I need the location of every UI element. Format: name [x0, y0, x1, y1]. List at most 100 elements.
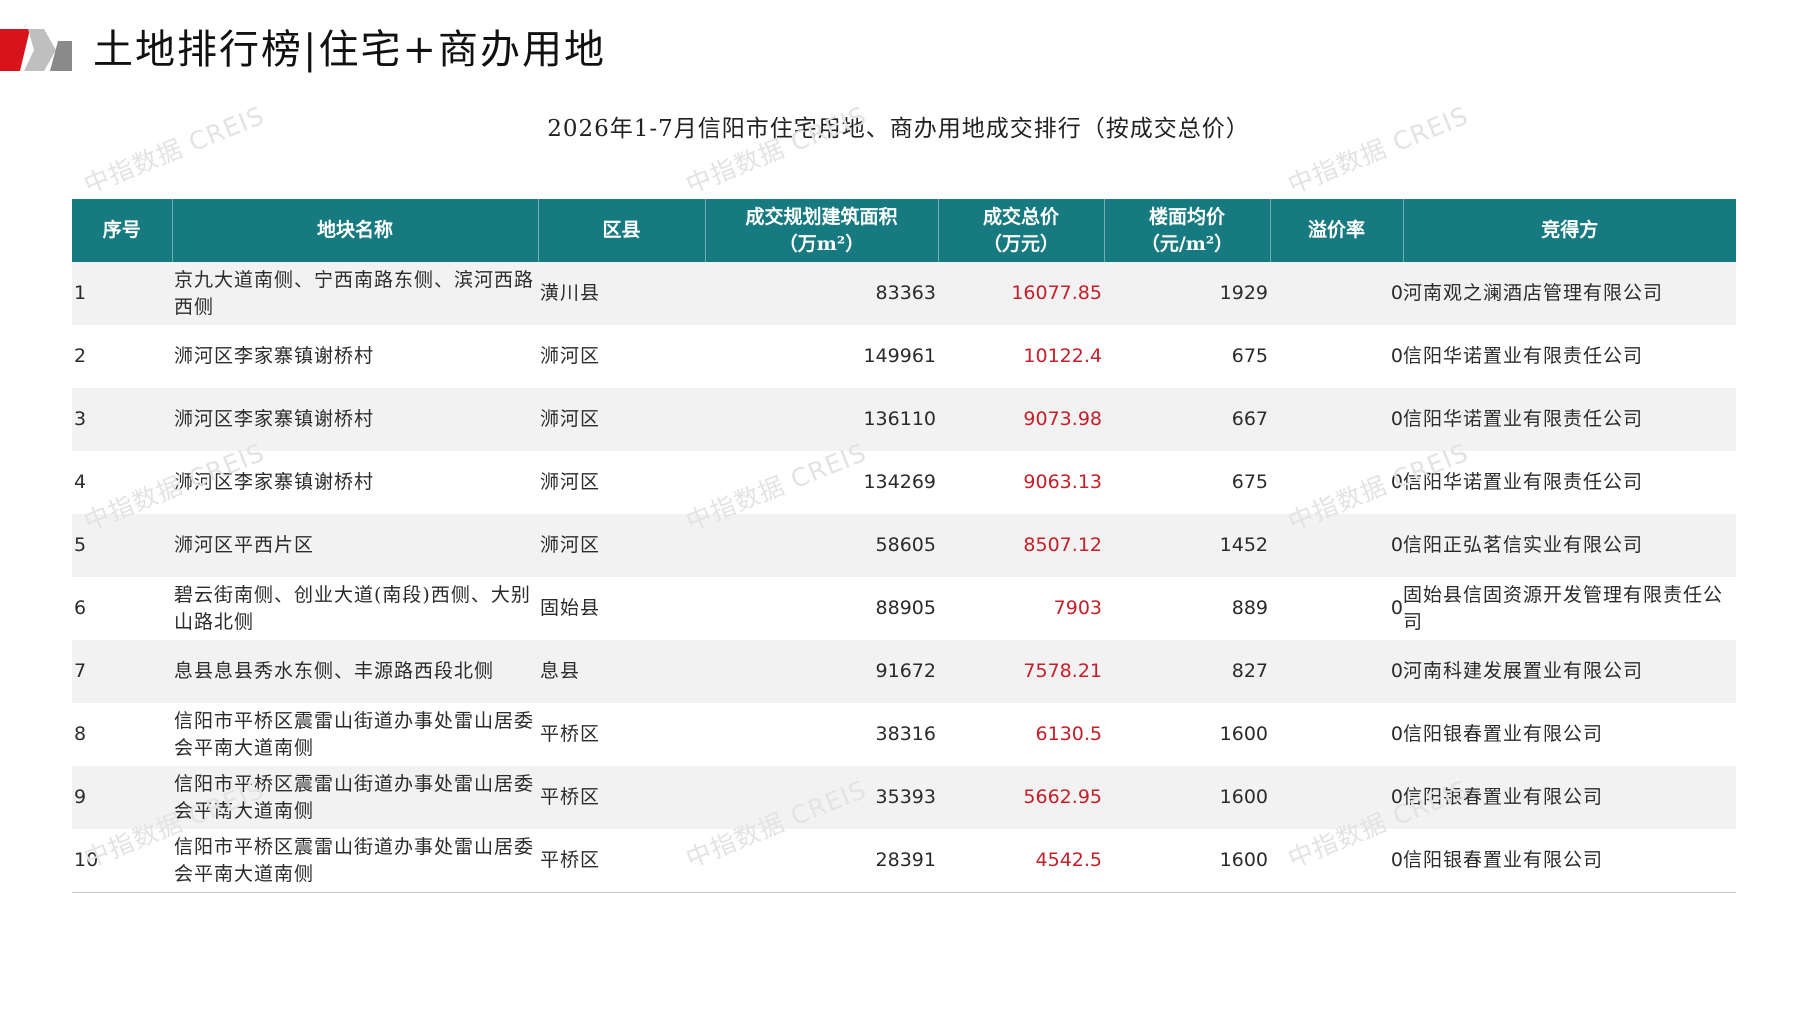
header-area: 成交规划建筑面积 （万m²）: [705, 199, 939, 262]
header-label: 溢价率: [1307, 219, 1365, 241]
cell-total-price: 5662.95: [938, 766, 1104, 829]
cell-district: 浉河区: [540, 471, 601, 493]
cell-parcel-name: 浉河区李家寨镇谢桥村: [174, 345, 375, 367]
header-district: 区县: [538, 199, 706, 262]
cell-area: 35393: [705, 766, 938, 829]
cell-parcel-name: 浉河区李家寨镇谢桥村: [174, 471, 375, 493]
cell-area: 58605: [705, 514, 938, 577]
cell-premium-rate: 0: [1270, 829, 1403, 893]
cell-index: 1: [72, 262, 172, 325]
table-header-row: 序号 地块名称 区县 成交规划建筑面积 （万m²） 成交总价 （万元） 楼面均价 （元/m²） 溢…: [72, 199, 1736, 262]
table-row: 6 碧云街南侧、创业大道(南段)西侧、大别山路北侧 固始县 88905 7903 889 0…: [72, 577, 1736, 640]
header-label: 成交总价: [982, 205, 1059, 228]
cell-area: 83363: [705, 262, 938, 325]
cell-buyer: 信阳银春置业有限公司: [1403, 766, 1736, 829]
cell-district: 平桥区: [538, 829, 705, 893]
brand-logo: [0, 29, 72, 71]
cell-parcel-name: 信阳市平桥区震雷山街道办事处雷山居委会平南大道南侧: [174, 709, 535, 759]
cell-buyer: 信阳华诺置业有限责任公司: [1403, 388, 1736, 451]
cell-index: 4: [74, 471, 87, 493]
cell-total-price: 10122.4: [1023, 345, 1102, 367]
cell-unit-price: 1452: [1104, 514, 1270, 577]
cell-district: 平桥区: [540, 723, 601, 745]
cell-total-price: 6130.5: [1035, 723, 1102, 745]
cell-total-price: 9073.98: [938, 388, 1104, 451]
cell-premium-rate: 0: [1390, 597, 1403, 619]
cell-total-price: 9063.13: [1023, 471, 1102, 493]
table-row: 2 浉河区李家寨镇谢桥村 浉河区 149961 10122.4 675 0 信阳华诺置业有限责…: [72, 325, 1736, 388]
cell-premium-rate: 0: [1270, 766, 1403, 829]
header-label: 区县: [602, 219, 641, 241]
cell-district: 平桥区: [538, 766, 705, 829]
cell-buyer: 信阳银春置业有限公司: [1403, 829, 1736, 893]
cell-index: 5: [72, 514, 172, 577]
cell-area: 88905: [875, 597, 936, 619]
cell-total-price: 8507.12: [938, 514, 1104, 577]
cell-unit-price: 1600: [1104, 829, 1270, 893]
cell-unit-price: 827: [1104, 640, 1270, 703]
cell-parcel-name: 息县息县秀水东侧、丰源路西段北侧: [172, 640, 538, 703]
cell-buyer: 固始县信固资源开发管理有限责任公司: [1403, 583, 1724, 633]
cell-buyer: 信阳华诺置业有限责任公司: [1403, 471, 1644, 493]
cell-area: 134269: [863, 471, 936, 493]
table-body: 1 京九大道南侧、宁西南路东侧、滨河西路西侧 潢川县 83363 16077.85 192…: [72, 262, 1736, 893]
table-row: 3 浉河区李家寨镇谢桥村 浉河区 136110 9073.98 667 0 信阳华诺置业有限责…: [72, 388, 1736, 451]
cell-index: 7: [72, 640, 172, 703]
table-row: 9 信阳市平桥区震雷山街道办事处雷山居委会平南大道南侧 平桥区 35393 5662.9…: [72, 766, 1736, 829]
cell-district: 息县: [538, 640, 705, 703]
cell-parcel-name: 浉河区李家寨镇谢桥村: [172, 388, 538, 451]
cell-unit-price: 1929: [1104, 262, 1270, 325]
cell-premium-rate: 0: [1390, 723, 1403, 745]
cell-premium-rate: 0: [1390, 345, 1403, 367]
cell-unit-price: 1600: [1104, 766, 1270, 829]
cell-index: 8: [74, 723, 87, 745]
cell-district: 潢川县: [538, 262, 705, 325]
cell-buyer: 河南科建发展置业有限公司: [1403, 640, 1736, 703]
cell-parcel-name: 信阳市平桥区震雷山街道办事处雷山居委会平南大道南侧: [172, 766, 538, 829]
cell-area: 136110: [705, 388, 938, 451]
cell-index: 3: [72, 388, 172, 451]
header-label: 楼面均价: [1148, 205, 1225, 228]
header-buyer: 竞得方: [1403, 199, 1736, 262]
cell-parcel-name: 碧云街南侧、创业大道(南段)西侧、大别山路北侧: [174, 583, 531, 633]
land-ranking-table: 序号 地块名称 区县 成交规划建筑面积 （万m²） 成交总价 （万元） 楼面均价 （元/m²） 溢…: [72, 199, 1736, 893]
cell-unit-price: 1600: [1219, 723, 1268, 745]
table-row: 10 信阳市平桥区震雷山街道办事处雷山居委会平南大道南侧 平桥区 28391 4542.…: [72, 829, 1736, 893]
cell-premium-rate: 0: [1270, 262, 1403, 325]
cell-index: 10: [72, 829, 172, 893]
cell-area: 38316: [875, 723, 936, 745]
header-index: 序号: [72, 199, 173, 262]
cell-unit-price: 889: [1231, 597, 1268, 619]
cell-index: 6: [74, 597, 87, 619]
cell-area: 149961: [863, 345, 936, 367]
header-label: 成交规划建筑面积: [745, 205, 898, 228]
table-row: 8 信阳市平桥区震雷山街道办事处雷山居委会平南大道南侧 平桥区 38316 6130.5…: [72, 703, 1736, 766]
cell-district: 浉河区: [538, 388, 705, 451]
header-label: 竞得方: [1541, 219, 1599, 241]
table-row: 7 息县息县秀水东侧、丰源路西段北侧 息县 91672 7578.21 827 0 河南科建发…: [72, 640, 1736, 703]
header-premium-rate: 溢价率: [1270, 199, 1404, 262]
cell-district: 固始县: [540, 597, 601, 619]
header-label: 序号: [102, 219, 141, 241]
cell-parcel-name: 浉河区平西片区: [172, 514, 538, 577]
cell-area: 28391: [705, 829, 938, 893]
cell-premium-rate: 0: [1270, 514, 1403, 577]
cell-premium-rate: 0: [1390, 471, 1403, 493]
table-title: 2026年1-7月信阳市住宅用地、商办用地成交排行（按成交总价）: [547, 116, 1250, 142]
cell-area: 91672: [705, 640, 938, 703]
cell-parcel-name: 京九大道南侧、宁西南路东侧、滨河西路西侧: [172, 262, 538, 325]
cell-district: 浉河区: [538, 514, 705, 577]
cell-index: 2: [74, 345, 87, 367]
cell-unit-price: 667: [1104, 388, 1270, 451]
table-row: 4 浉河区李家寨镇谢桥村 浉河区 134269 9063.13 675 0 信阳华诺置业有限责…: [72, 451, 1736, 514]
cell-unit-price: 675: [1231, 345, 1268, 367]
cell-buyer: 信阳正弘茗信实业有限公司: [1403, 514, 1736, 577]
cell-buyer: 河南观之澜酒店管理有限公司: [1403, 262, 1736, 325]
cell-buyer: 信阳银春置业有限公司: [1403, 723, 1604, 745]
page-title: 土地排行榜|住宅+商办用地: [93, 27, 606, 73]
header-unit: （万m²）: [778, 232, 865, 255]
header-unit: （万元）: [982, 232, 1059, 255]
cell-premium-rate: 0: [1270, 640, 1403, 703]
cell-total-price: 7578.21: [938, 640, 1104, 703]
cell-total-price: 16077.85: [938, 262, 1104, 325]
